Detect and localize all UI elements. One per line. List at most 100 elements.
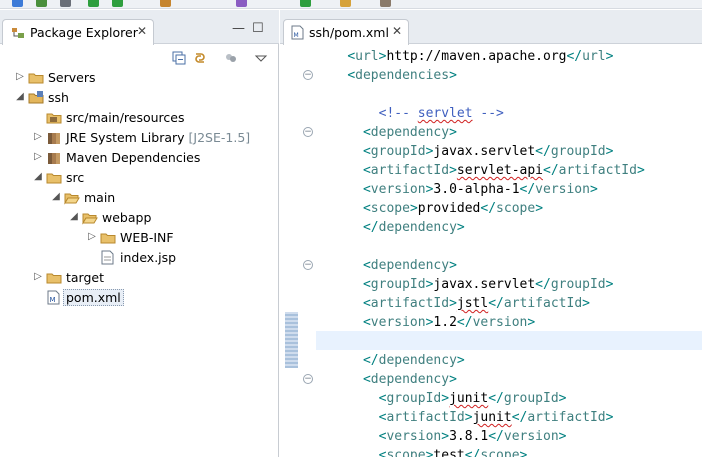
svg-text:M: M xyxy=(50,296,56,304)
library-icon xyxy=(48,133,60,144)
change-marker xyxy=(285,312,298,368)
code-line[interactable]: <groupId>junit</groupId> xyxy=(316,389,567,408)
editor-tab-label: ssh/pom.xml xyxy=(309,25,389,40)
code-line[interactable]: <!-- servlet --> xyxy=(316,104,504,123)
xml-editor: M ssh/pom.xml ✕ − − − − <url>http://maven.a… xyxy=(280,10,702,457)
package-explorer-tab-bar: Package Explorer ✕ — ☐ xyxy=(0,10,279,45)
collapse-twisty-icon[interactable]: ◢ xyxy=(51,190,61,204)
code-line[interactable]: <dependency> xyxy=(316,123,457,142)
print-icon[interactable] xyxy=(60,0,71,7)
tree-item-main[interactable]: ◢ main xyxy=(0,188,278,207)
close-icon[interactable]: ✕ xyxy=(392,24,402,38)
tree-item-label: JRE System Library [J2SE-1.5] xyxy=(66,130,251,145)
save-icon[interactable] xyxy=(36,0,47,7)
run-icon[interactable] xyxy=(112,0,123,7)
open-type-icon[interactable] xyxy=(340,0,351,7)
collapse-twisty-icon[interactable]: ◢ xyxy=(33,170,43,184)
code-line[interactable]: <dependencies> xyxy=(316,66,457,85)
xml-file-icon: M xyxy=(47,290,60,305)
tree-item-label: src xyxy=(66,170,85,185)
tree-item-webapp[interactable]: ◢ webapp xyxy=(0,208,278,227)
code-line[interactable]: <dependency> xyxy=(316,370,457,389)
code-line[interactable]: <version>1.2</version> xyxy=(316,313,535,332)
folder-icon xyxy=(28,73,44,84)
code-line[interactable]: </dependency> xyxy=(316,351,465,370)
tree-item-label: main xyxy=(84,190,116,205)
maximize-icon[interactable]: ☐ xyxy=(252,22,264,35)
editor-tab-bar: M ssh/pom.xml ✕ xyxy=(280,10,702,45)
tree-item-servers[interactable]: ▷ Servers xyxy=(0,68,278,87)
tree-item-pom-xml[interactable]: Mpom.xml xyxy=(0,288,278,307)
tree-item-label: index.jsp xyxy=(120,250,177,265)
expand-twisty-icon[interactable]: ▷ xyxy=(33,150,43,164)
expand-twisty-icon[interactable]: ▷ xyxy=(87,230,97,244)
editor-tab-pom-xml[interactable]: M ssh/pom.xml ✕ xyxy=(283,19,409,45)
link-with-editor-icon[interactable] xyxy=(193,51,207,65)
collapse-twisty-icon[interactable]: ◢ xyxy=(15,90,25,104)
debug-icon[interactable] xyxy=(88,0,99,7)
expand-twisty-icon[interactable]: ▷ xyxy=(33,130,43,144)
jsp-file-icon xyxy=(101,250,114,265)
tree-item-src-main-resources[interactable]: src/main/resources xyxy=(0,108,278,127)
tree-item-maven-dependencies[interactable]: ▷ Maven Dependencies xyxy=(0,148,278,167)
code-line[interactable]: <url>http://maven.apache.org</url> xyxy=(316,47,613,66)
code-line[interactable]: <groupId>javax.servlet</groupId> xyxy=(316,275,613,294)
search-icon[interactable] xyxy=(380,0,391,7)
tree-item-ssh[interactable]: ◢ ssh xyxy=(0,88,278,107)
new-icon[interactable] xyxy=(12,0,23,7)
code-line[interactable]: <version>3.0-alpha-1</version> xyxy=(316,180,598,199)
minimize-icon[interactable]: — xyxy=(232,22,245,35)
fold-toggle-icon[interactable]: − xyxy=(303,70,313,80)
tree-item-web-inf[interactable]: ▷ WEB-INF xyxy=(0,228,278,247)
view-menu-icon[interactable] xyxy=(254,51,268,65)
expand-twisty-icon[interactable]: ▷ xyxy=(33,270,43,284)
code-line[interactable]: <dependency> xyxy=(316,256,457,275)
external-tools-icon[interactable] xyxy=(160,0,171,7)
main-toolbar xyxy=(0,0,702,9)
folder-icon xyxy=(46,173,62,184)
code-area[interactable]: <url>http://maven.apache.org</url> <depe… xyxy=(316,45,702,457)
tree-item-jre-system-library[interactable]: ▷ JRE System Library [J2SE-1.5] xyxy=(0,128,278,147)
code-line[interactable]: <scope>test</scope> xyxy=(316,446,528,457)
close-icon[interactable]: ✕ xyxy=(137,24,147,38)
folder-open-icon xyxy=(64,193,80,205)
tree-item-label: webapp xyxy=(102,210,152,225)
tree-item-label: Servers xyxy=(48,70,96,85)
code-line[interactable]: <groupId>javax.servlet</groupId> xyxy=(316,142,613,161)
library-icon xyxy=(48,153,60,164)
folder-icon xyxy=(100,233,116,244)
project-icon xyxy=(28,91,44,104)
new-class-icon[interactable] xyxy=(300,0,311,7)
folder-icon xyxy=(46,273,62,284)
new-package-icon[interactable] xyxy=(236,0,247,7)
tree-item-index-jsp[interactable]: index.jsp xyxy=(0,248,278,267)
code-line[interactable]: </dependency> xyxy=(316,218,465,237)
folding-column: − − − − xyxy=(300,45,316,457)
package-explorer-icon xyxy=(12,28,24,38)
code-line[interactable]: <artifactId>servlet-api</artifactId> xyxy=(316,161,645,180)
package-explorer-tab-label: Package Explorer xyxy=(30,25,138,40)
tree-item-label: ssh xyxy=(48,90,69,105)
tree-item-target[interactable]: ▷ target xyxy=(0,268,278,287)
code-line[interactable]: <version>3.8.1</version> xyxy=(316,427,567,446)
fold-toggle-icon[interactable]: − xyxy=(303,127,313,137)
focus-icon[interactable] xyxy=(224,51,238,65)
tree-item-decoration: [J2SE-1.5] xyxy=(188,130,251,145)
tree-item-label: src/main/resources xyxy=(66,110,185,125)
collapse-all-icon[interactable] xyxy=(172,51,186,65)
code-line[interactable]: <artifactId>junit</artifactId> xyxy=(316,408,614,427)
collapse-twisty-icon[interactable]: ◢ xyxy=(69,210,79,224)
editor-gutter xyxy=(280,45,300,457)
tree-item-label: pom.xml xyxy=(63,289,124,306)
code-line[interactable]: <scope>provided</scope> xyxy=(316,199,543,218)
tree-item-src[interactable]: ◢ src xyxy=(0,168,278,187)
tree-item-label: WEB-INF xyxy=(120,230,174,245)
code-line[interactable]: <artifactId>jstl</artifactId> xyxy=(316,294,590,313)
tree-item-label: target xyxy=(66,270,105,285)
package-explorer-tab[interactable]: Package Explorer ✕ xyxy=(2,19,154,45)
fold-toggle-icon[interactable]: − xyxy=(303,260,313,270)
expand-twisty-icon[interactable]: ▷ xyxy=(15,70,25,84)
fold-toggle-icon[interactable]: − xyxy=(303,374,313,384)
tree-item-label: Maven Dependencies xyxy=(66,150,201,165)
svg-text:M: M xyxy=(294,32,299,39)
